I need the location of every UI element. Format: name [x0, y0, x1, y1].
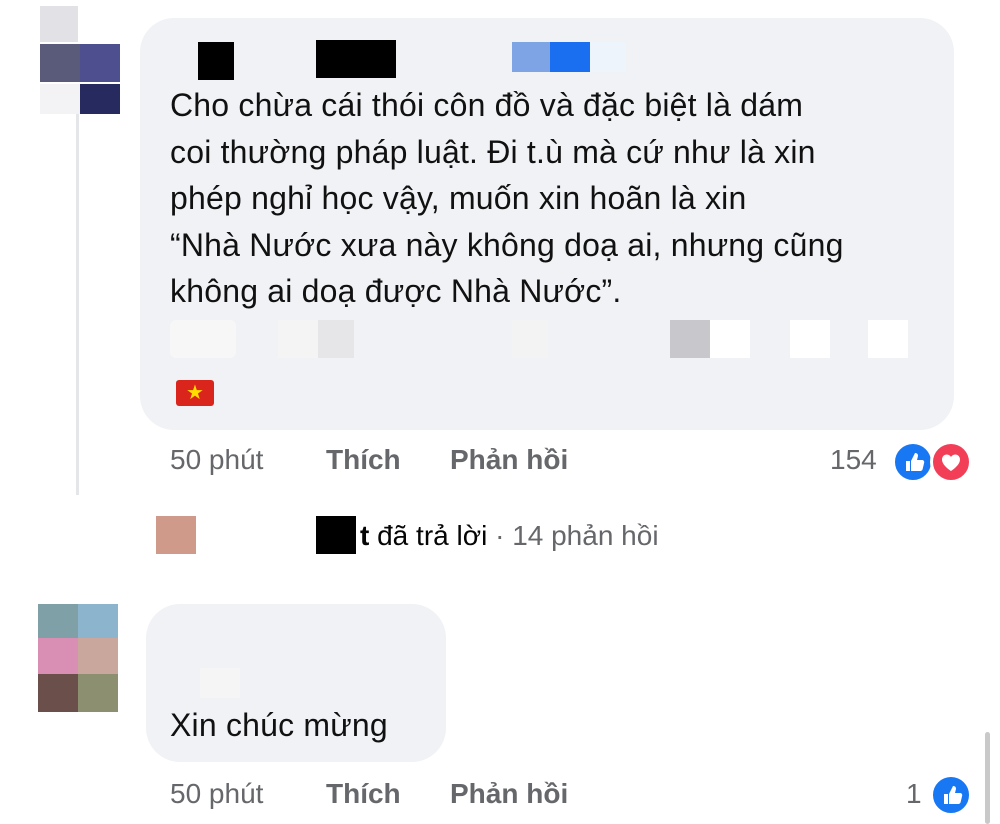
- like-label: Thích: [326, 778, 401, 809]
- avatar[interactable]: [38, 602, 120, 714]
- like-button[interactable]: Thích: [326, 778, 401, 810]
- comment-timestamp[interactable]: 50 phút: [170, 778, 263, 810]
- redacted-badge: [550, 42, 590, 72]
- reaction-count[interactable]: 154: [830, 444, 877, 476]
- comment-line: không ai doạ được Nhà Nước”.: [170, 273, 622, 309]
- like-button[interactable]: Thích: [326, 444, 401, 476]
- comment-timestamp[interactable]: 50 phút: [170, 444, 263, 476]
- replied-text: đã trả lời: [377, 520, 488, 551]
- redacted-badge: [512, 42, 550, 72]
- redacted-name: [316, 516, 356, 554]
- thread-line: [76, 90, 79, 495]
- like-icon[interactable]: [892, 441, 934, 483]
- scrollbar[interactable]: [985, 732, 990, 824]
- comment-line: coi thường pháp luật. Đi t.ù mà cứ như l…: [170, 133, 816, 170]
- comment-bubble: Cho chừa cái thói côn đồ và đặc biệt là …: [140, 18, 954, 430]
- reply-label: Phản hồi: [450, 444, 569, 475]
- view-replies-link[interactable]: t đã trả lời · 14 phản hồi: [360, 520, 659, 552]
- comment-text: Xin chúc mừng: [170, 707, 388, 743]
- reply-name-suffix: t: [360, 520, 370, 551]
- love-icon[interactable]: [930, 441, 972, 483]
- reply-label: Phản hồi: [450, 778, 569, 809]
- reply-button[interactable]: Phản hồi: [450, 778, 568, 810]
- like-icon[interactable]: [930, 774, 972, 816]
- reaction-count[interactable]: 1: [906, 778, 922, 810]
- comment-line: Cho chừa cái thói côn đồ và đặc biệt là …: [170, 87, 804, 123]
- separator-dot: ·: [495, 520, 505, 551]
- redacted-name: [316, 40, 396, 78]
- comment-bubble: Xin chúc mừng: [146, 604, 446, 762]
- reply-button[interactable]: Phản hồi: [450, 444, 568, 476]
- comment-line: “Nhà Nước xưa này không doạ ai, nhưng cũ…: [170, 226, 844, 263]
- redacted-name: [198, 42, 234, 80]
- avatar[interactable]: [36, 0, 126, 120]
- reply-count: 14 phản hồi: [512, 520, 659, 551]
- reply-avatar[interactable]: [156, 516, 196, 554]
- comment-text: Cho chừa cái thói côn đồ và đặc biệt là …: [170, 82, 950, 315]
- vietnam-flag-icon: ★: [176, 380, 214, 406]
- comment-line: phép nghỉ học vậy, muốn xin hoãn là xin: [170, 180, 747, 216]
- like-label: Thích: [326, 444, 401, 475]
